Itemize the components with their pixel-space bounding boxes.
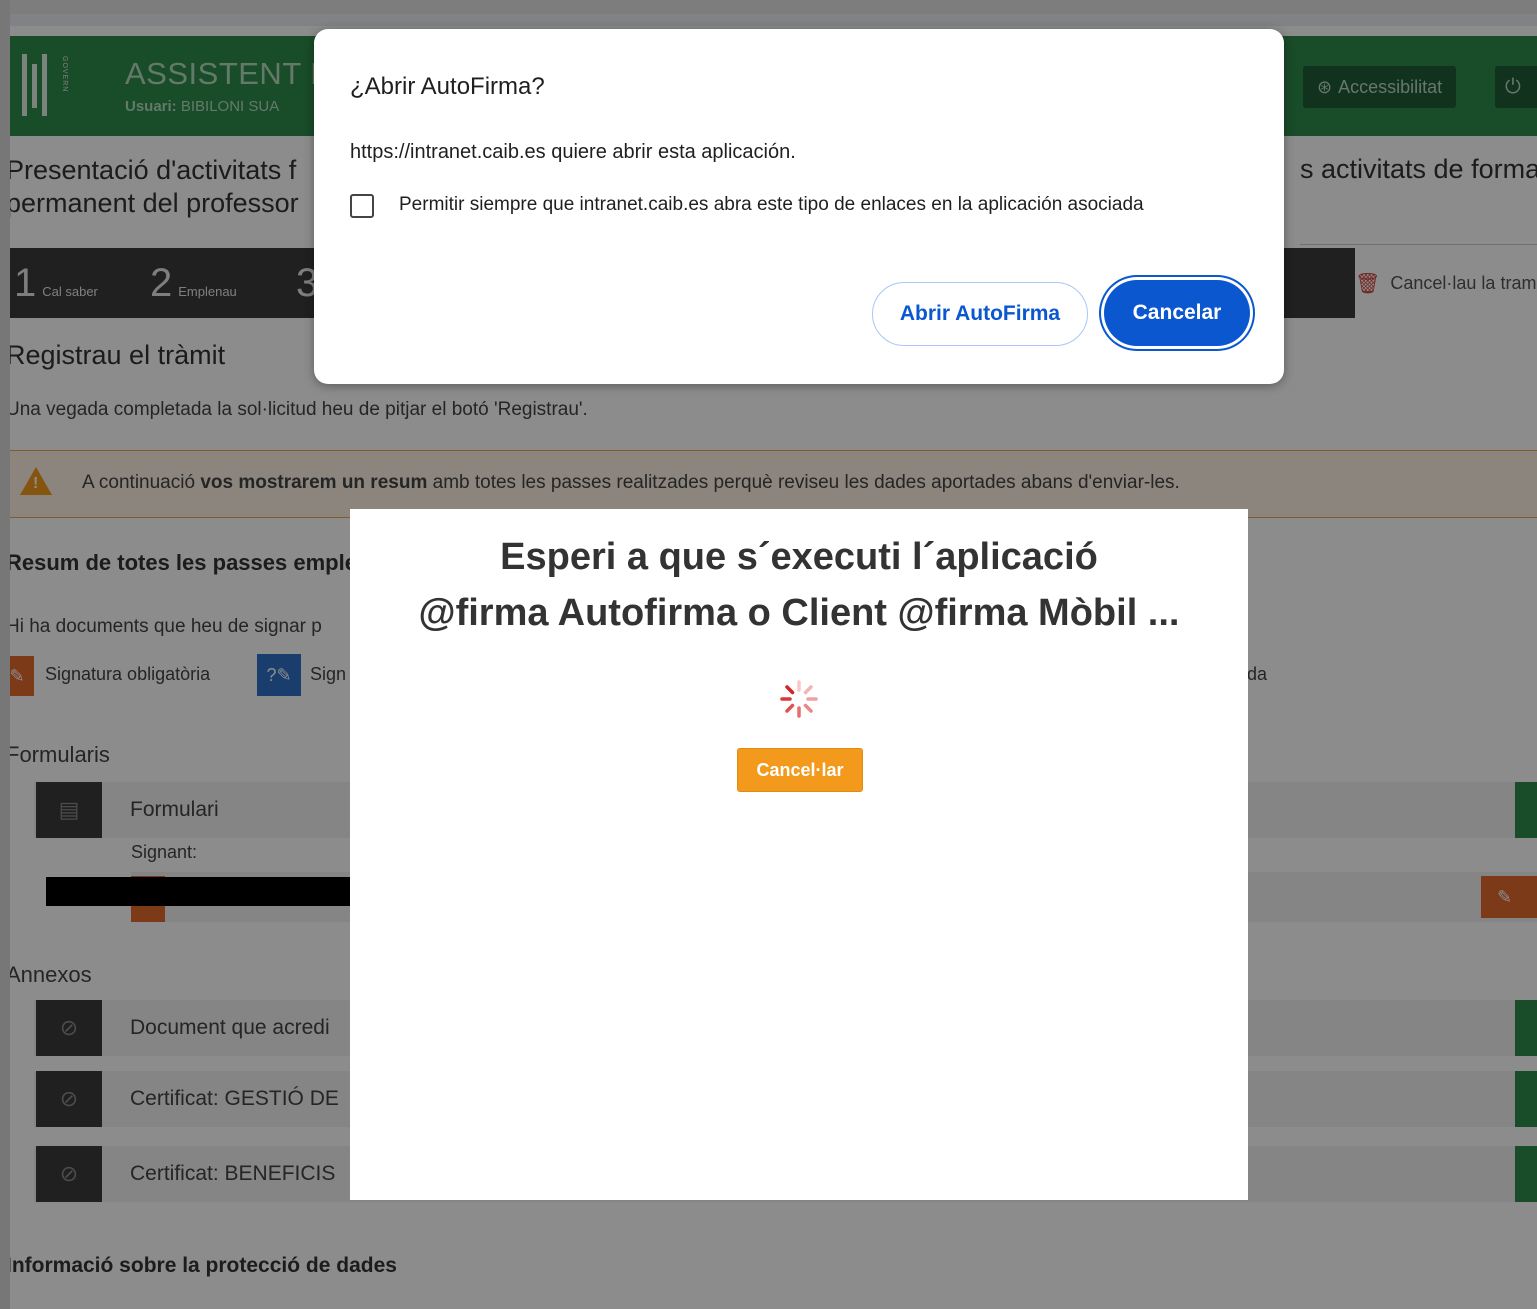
dialog-message: https://intranet.caib.es quiere abrir es… [350, 141, 796, 163]
wait-modal: Esperi a que s´executi l´aplicació @firm… [350, 509, 1248, 1200]
dialog-title: ¿Abrir AutoFirma? [350, 73, 545, 100]
cancel-button[interactable]: Cancelar [1104, 280, 1250, 346]
spinner-icon [780, 680, 818, 718]
open-app-dialog: ¿Abrir AutoFirma? https://intranet.caib.… [314, 29, 1284, 384]
always-allow-label[interactable]: Permitir siempre que intranet.caib.es ab… [399, 194, 1144, 216]
wait-title: Esperi a que s´executi l´aplicació @firm… [418, 536, 1180, 634]
wait-cancel-button[interactable]: Cancel·lar [737, 748, 863, 792]
open-autofirma-button[interactable]: Abrir AutoFirma [872, 282, 1088, 346]
always-allow-checkbox[interactable] [350, 194, 374, 218]
